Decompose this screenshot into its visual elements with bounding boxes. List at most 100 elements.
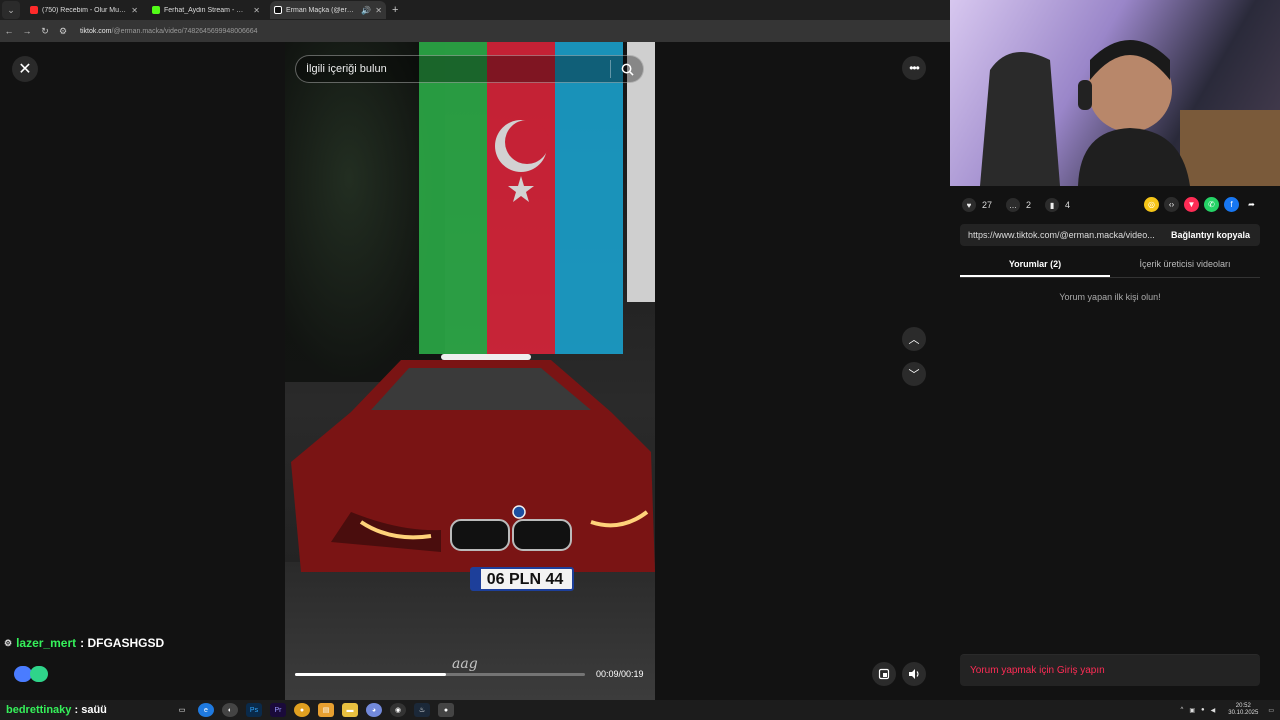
- coin-icon[interactable]: ◎: [1144, 197, 1159, 212]
- tab-title: Erman Maçka (@erman.ma: [286, 6, 357, 14]
- youtube-icon: [30, 6, 38, 14]
- system-tray: ^ ▣ ● ◀ 20:52 30.10.2025 ▭: [1178, 700, 1274, 720]
- tray-chevron-icon[interactable]: ^: [1181, 707, 1184, 713]
- license-plate: 06 PLN 44: [487, 571, 564, 588]
- facebook-icon[interactable]: f: [1224, 197, 1239, 212]
- chat-username: bedrettinaky: [6, 704, 72, 716]
- edge-icon[interactable]: e: [198, 703, 214, 717]
- close-button[interactable]: ✕: [12, 56, 38, 82]
- whatsapp-icon[interactable]: ✆: [1204, 197, 1219, 212]
- windows-taskbar: bedrettinaky : saüü ▭ e ◐ Ps Pr ● ▤ ▬ ◕ …: [0, 700, 1280, 720]
- chat-line-1: ⚙ lazer_mert : DFGASHGSD: [4, 636, 164, 650]
- streamer-figure: [980, 40, 1280, 186]
- close-tab-icon[interactable]: ✕: [131, 6, 138, 15]
- like-button[interactable]: ♥ 27: [962, 198, 992, 212]
- streamer-webcam: [950, 0, 1280, 186]
- tab-comments[interactable]: Yorumlar (2): [960, 254, 1110, 277]
- tiktok-icon: [274, 6, 282, 14]
- copy-link-button[interactable]: Bağlantıyı kopyala: [1161, 230, 1260, 240]
- video-search-box: [295, 55, 644, 83]
- url-field[interactable]: tiktok.com/@erman.macka/video/7482645699…: [80, 28, 258, 35]
- red-bmw-car: 06 PLN 44: [291, 354, 655, 591]
- clock[interactable]: 20:52 30.10.2025: [1228, 703, 1258, 717]
- url-host: tiktok.com: [80, 27, 112, 35]
- search-icon[interactable]: [611, 63, 643, 76]
- app-icon[interactable]: ◐: [222, 703, 238, 717]
- chat-line-2: bedrettinaky : saüü: [6, 704, 130, 716]
- close-tab-icon[interactable]: ✕: [253, 6, 260, 15]
- volume-icon: [909, 669, 919, 679]
- volume-tray-icon[interactable]: ◀: [1211, 707, 1216, 714]
- tiktok-video-page: ✕ ••• 06 PLN 44 İlgili içeriği bulun aag…: [0, 42, 950, 700]
- notification-icon[interactable]: ▭: [1268, 707, 1274, 714]
- embed-icon[interactable]: ‹›: [1164, 197, 1179, 212]
- browser-tab-3[interactable]: Erman Maçka (@erman.ma 🔊 ✕: [270, 1, 386, 19]
- kick-icon: [152, 6, 160, 14]
- address-bar: ← → ↻ ⚙ tiktok.com/@erman.macka/video/74…: [0, 20, 950, 42]
- send-icon[interactable]: ▼: [1184, 197, 1199, 212]
- badge-icon: [30, 666, 48, 682]
- browser-tab-1[interactable]: (750) Recebim - Olur Mu Kız O ✕: [26, 1, 142, 19]
- comment-count: 2: [1026, 200, 1032, 210]
- video-details-panel: ♥ 27 … 2 ▮ 4 ◎ ‹› ▼ ✆ f ➦ https://www.tikto…: [950, 186, 1280, 700]
- bookmark-icon: ▮: [1045, 198, 1060, 212]
- chrome-icon[interactable]: ●: [294, 703, 310, 717]
- clock-date: 30.10.2025: [1228, 710, 1259, 716]
- obs-icon[interactable]: ◉: [390, 703, 406, 717]
- login-to-comment[interactable]: Yorum yapmak için Giriş yapın: [960, 654, 1260, 686]
- new-tab-icon[interactable]: +: [392, 4, 398, 16]
- browser-tab-2[interactable]: Ferhat_Aydin Stream - Watch L ✕: [148, 1, 264, 19]
- close-tab-icon[interactable]: ✕: [375, 6, 382, 15]
- share-icon[interactable]: ➦: [1244, 197, 1259, 212]
- panel-tabs: Yorumlar (2) İçerik üreticisi videoları: [960, 254, 1260, 278]
- url-path: /@erman.macka/video/7482645699948006664: [111, 27, 258, 35]
- tab-search-icon[interactable]: ⌄: [2, 1, 20, 19]
- pip-button[interactable]: [872, 662, 896, 686]
- next-video-button[interactable]: ﹀: [902, 362, 926, 386]
- prev-video-button[interactable]: ︿: [902, 327, 926, 351]
- video-player[interactable]: 06 PLN 44: [285, 42, 655, 700]
- tab-creator-videos[interactable]: İçerik üreticisi videoları: [1110, 254, 1260, 277]
- comment-button[interactable]: … 2: [1006, 198, 1031, 212]
- engagement-stats: ♥ 27 … 2 ▮ 4: [962, 198, 1084, 212]
- clock-time: 20:52: [1235, 703, 1251, 709]
- chrome-active-icon[interactable]: ●: [438, 703, 454, 717]
- pip-icon: [878, 668, 890, 680]
- site-info-icon[interactable]: ⚙: [54, 26, 72, 37]
- save-button[interactable]: ▮ 4: [1045, 198, 1070, 212]
- search-input[interactable]: [296, 56, 610, 82]
- heart-icon: ♥: [962, 198, 976, 212]
- chat-badges: [14, 666, 48, 682]
- chat-username: lazer_mert: [16, 636, 77, 650]
- task-view-icon[interactable]: ▭: [174, 703, 190, 717]
- save-count: 4: [1065, 200, 1071, 210]
- steam-icon[interactable]: ♨: [414, 703, 430, 717]
- like-count: 27: [982, 200, 993, 210]
- discord-icon[interactable]: ◕: [366, 703, 382, 717]
- forward-icon[interactable]: →: [18, 26, 36, 36]
- chat-message: : DFGASHGSD: [80, 636, 165, 650]
- video-progress-bar[interactable]: [295, 673, 585, 676]
- tab-title: Ferhat_Aydin Stream - Watch L: [164, 6, 249, 14]
- back-icon[interactable]: ←: [0, 26, 18, 36]
- browser-tabbar: ⌄ (750) Recebim - Olur Mu Kız O ✕ Ferhat…: [0, 0, 950, 20]
- photoshop-icon[interactable]: Ps: [246, 703, 262, 717]
- comment-icon: …: [1006, 198, 1021, 212]
- volume-button[interactable]: [902, 662, 926, 686]
- more-options-button[interactable]: •••: [902, 56, 926, 80]
- crescent-star-icon: [495, 120, 549, 202]
- reload-icon[interactable]: ↻: [36, 26, 54, 37]
- network-icon[interactable]: ▣: [1189, 707, 1195, 714]
- notes-icon[interactable]: ▤: [318, 703, 334, 717]
- tab-title: (750) Recebim - Olur Mu Kız O: [42, 6, 127, 14]
- mic-icon[interactable]: ●: [1201, 707, 1205, 713]
- premiere-icon[interactable]: Pr: [270, 703, 286, 717]
- speaker-icon[interactable]: 🔊: [361, 6, 371, 15]
- azerbaijan-flag: [419, 42, 623, 354]
- share-url: https://www.tiktok.com/@erman.macka/vide…: [968, 230, 1155, 240]
- video-watermark: aag: [452, 656, 478, 672]
- video-progress-fill: [295, 673, 446, 676]
- folder-icon[interactable]: ▬: [342, 703, 358, 717]
- no-comments-text: Yorum yapan ilk kişi olun!: [1059, 292, 1161, 302]
- video-time: 00:09/00:19: [596, 669, 644, 679]
